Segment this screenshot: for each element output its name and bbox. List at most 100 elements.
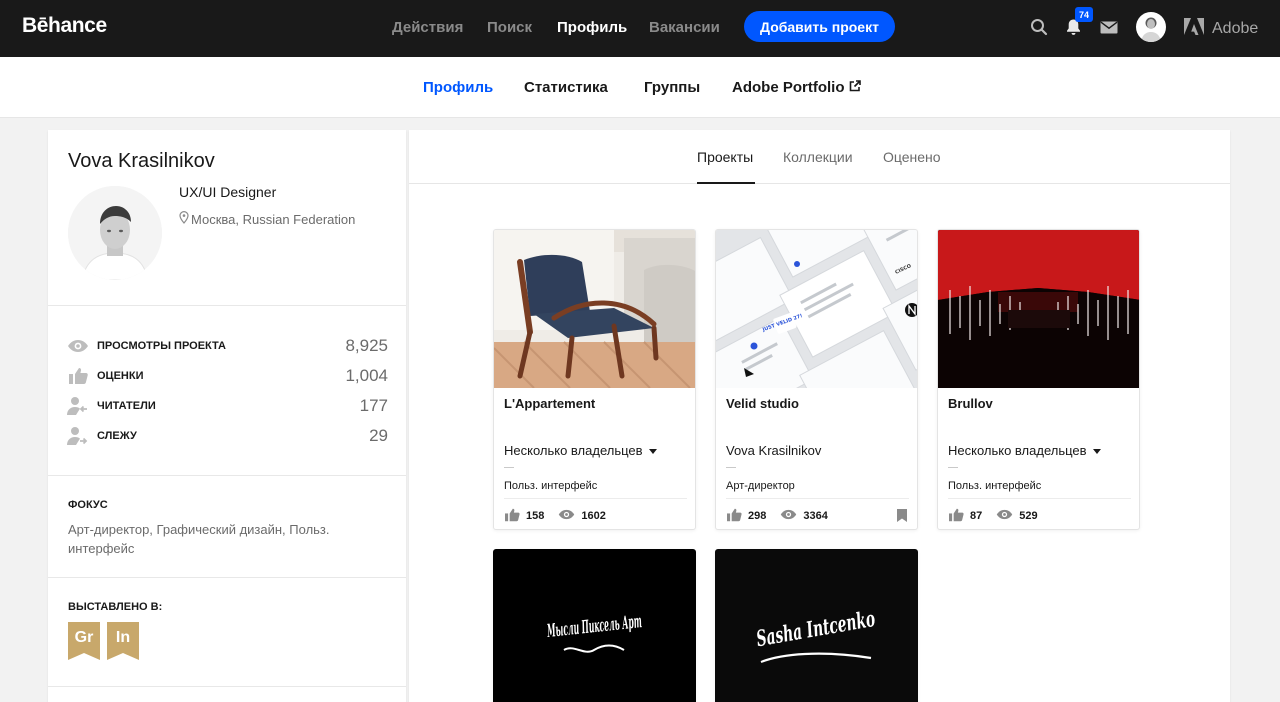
profile-name: Vova Krasilnikov bbox=[68, 150, 215, 172]
project-field[interactable]: Арт-директор bbox=[726, 480, 795, 492]
project-card[interactable]: L'Appartement Несколько владельцев Польз… bbox=[493, 229, 696, 530]
stat-project-views: ПРОСМОТРЫ ПРОЕКТА 8,925 bbox=[67, 335, 388, 357]
likes-count: 158 bbox=[526, 510, 545, 522]
project-title[interactable]: Velid studio bbox=[726, 396, 799, 411]
project-thumbnail[interactable]: Мысли Пиксель Арт bbox=[494, 550, 695, 702]
divider bbox=[48, 686, 406, 687]
search-icon[interactable] bbox=[1030, 18, 1048, 41]
tab-appreciated[interactable]: Оценено bbox=[883, 149, 941, 165]
owner-label: Vova Krasilnikov bbox=[726, 443, 822, 458]
divider bbox=[48, 475, 406, 476]
project-card[interactable]: Brullov Несколько владельцев Польз. инте… bbox=[937, 229, 1140, 530]
behance-logo[interactable]: Bēhance bbox=[22, 14, 107, 38]
thumbs-up-icon bbox=[726, 508, 742, 525]
user-avatar[interactable] bbox=[1136, 12, 1166, 42]
project-stats: 87 529 bbox=[948, 507, 1038, 525]
thumbs-up-icon bbox=[504, 508, 520, 525]
eye-icon bbox=[996, 509, 1013, 523]
mail-icon[interactable] bbox=[1100, 21, 1118, 39]
adobe-logo-icon bbox=[1184, 18, 1204, 40]
divider bbox=[726, 467, 736, 468]
thumbs-up-icon bbox=[948, 508, 964, 525]
owner-label: Несколько владельцев bbox=[948, 443, 1087, 458]
location-pin-icon bbox=[179, 211, 189, 227]
divider bbox=[726, 498, 909, 499]
adobe-link[interactable]: Adobe bbox=[1184, 18, 1258, 40]
stat-label: ОЦЕНКИ bbox=[97, 370, 144, 382]
following-icon bbox=[67, 425, 89, 447]
stat-label: ПРОСМОТРЫ ПРОЕКТА bbox=[97, 340, 227, 352]
focus-heading: ФОКУС bbox=[68, 499, 108, 511]
divider bbox=[504, 467, 514, 468]
subnav-profile-label: Профиль bbox=[423, 79, 494, 96]
nav-activity[interactable]: Действия bbox=[392, 19, 463, 36]
project-card[interactable]: Sasha Intcenko bbox=[715, 549, 918, 702]
project-card[interactable]: Мысли Пиксель Арт bbox=[493, 549, 696, 702]
subnav-adobe-portfolio[interactable]: Adobe Portfolio bbox=[732, 79, 861, 96]
badge-label: Gr bbox=[74, 629, 94, 646]
eye-icon bbox=[780, 509, 797, 523]
views-count: 3364 bbox=[803, 510, 828, 522]
nav-jobs[interactable]: Вакансии bbox=[649, 19, 720, 36]
divider bbox=[504, 498, 687, 499]
project-thumbnail[interactable]: JUST VELID 27! CISCO bbox=[716, 230, 917, 388]
project-thumbnail[interactable] bbox=[494, 230, 695, 388]
featured-badge-interaction[interactable]: In bbox=[107, 622, 139, 660]
project-stats: 298 3364 bbox=[726, 507, 828, 525]
project-owners-dropdown[interactable]: Несколько владельцев bbox=[948, 443, 1101, 458]
badge-label: In bbox=[115, 629, 131, 646]
stat-following[interactable]: СЛЕЖУ 29 bbox=[67, 425, 388, 447]
tab-projects[interactable]: Проекты bbox=[697, 149, 753, 165]
bookmark-icon[interactable] bbox=[897, 509, 907, 527]
divider bbox=[948, 498, 1131, 499]
profile-role: UX/UI Designer bbox=[179, 184, 277, 200]
project-title[interactable]: L'Appartement bbox=[504, 396, 595, 411]
project-stats: 158 1602 bbox=[504, 507, 606, 525]
nav-search[interactable]: Поиск bbox=[487, 19, 532, 36]
followers-icon bbox=[67, 395, 89, 417]
project-title[interactable]: Brullov bbox=[948, 396, 993, 411]
subnav-profile[interactable]: Профиль bbox=[423, 79, 493, 96]
tab-collections[interactable]: Коллекции bbox=[783, 149, 853, 165]
subnav-groups-label: Группы bbox=[644, 79, 701, 96]
stat-value: 8,925 bbox=[345, 336, 388, 355]
profile-subnav: Профиль Статистика Группы Adobe Portfoli… bbox=[0, 57, 1280, 118]
project-card[interactable]: JUST VELID 27! CISCO Velid studio Vova K… bbox=[715, 229, 918, 530]
subnav-groups[interactable]: Группы bbox=[644, 79, 700, 96]
project-thumbnail[interactable] bbox=[938, 230, 1139, 388]
notification-count-badge: 74 bbox=[1075, 7, 1093, 22]
divider bbox=[948, 467, 958, 468]
featured-heading: ВЫСТАВЛЕНО В: bbox=[68, 601, 163, 613]
subnav-statistics-label: Статистика bbox=[524, 79, 608, 96]
views-count: 529 bbox=[1019, 510, 1038, 522]
divider bbox=[48, 305, 406, 306]
profile-sidebar: Vova Krasilnikov UX/UI Designer Москва, … bbox=[48, 130, 406, 702]
eye-icon bbox=[67, 335, 89, 357]
project-owners-dropdown[interactable]: Несколько владельцев bbox=[504, 443, 657, 458]
stat-followers[interactable]: ЧИТАТЕЛИ 177 bbox=[67, 395, 388, 417]
views-count: 1602 bbox=[581, 510, 606, 522]
project-field[interactable]: Польз. интерфейс bbox=[504, 480, 597, 492]
owner-label: Несколько владельцев bbox=[504, 443, 643, 458]
focus-text: Арт-директор, Графический дизайн, Польз.… bbox=[68, 522, 330, 556]
projects-panel: Проекты Коллекции Оценено L'Appartement bbox=[409, 130, 1230, 702]
add-project-button[interactable]: Добавить проект bbox=[744, 11, 895, 42]
location-text: Москва, Russian Federation bbox=[191, 211, 356, 227]
stat-label: СЛЕЖУ bbox=[97, 430, 137, 442]
stat-value: 177 bbox=[359, 396, 388, 415]
stat-appreciations: ОЦЕНКИ 1,004 bbox=[67, 365, 388, 387]
top-bar: Bēhance Действия Поиск Профиль Вакансии … bbox=[0, 0, 1280, 57]
subnav-statistics[interactable]: Статистика bbox=[524, 79, 608, 96]
project-thumbnail[interactable]: Sasha Intcenko bbox=[716, 550, 917, 702]
projects-tabs: Проекты Коллекции Оценено bbox=[409, 130, 1230, 184]
project-owner[interactable]: Vova Krasilnikov bbox=[726, 443, 821, 458]
nav-profile[interactable]: Профиль bbox=[557, 19, 627, 36]
project-field[interactable]: Польз. интерфейс bbox=[948, 480, 1041, 492]
active-tab-underline bbox=[697, 182, 755, 184]
thumbs-up-icon bbox=[67, 365, 89, 387]
eye-icon bbox=[558, 509, 575, 523]
profile-location[interactable]: Москва, Russian Federation bbox=[179, 211, 355, 227]
featured-badge-graphic-design[interactable]: Gr bbox=[68, 622, 100, 660]
chevron-down-icon bbox=[648, 448, 657, 454]
divider bbox=[48, 577, 406, 578]
